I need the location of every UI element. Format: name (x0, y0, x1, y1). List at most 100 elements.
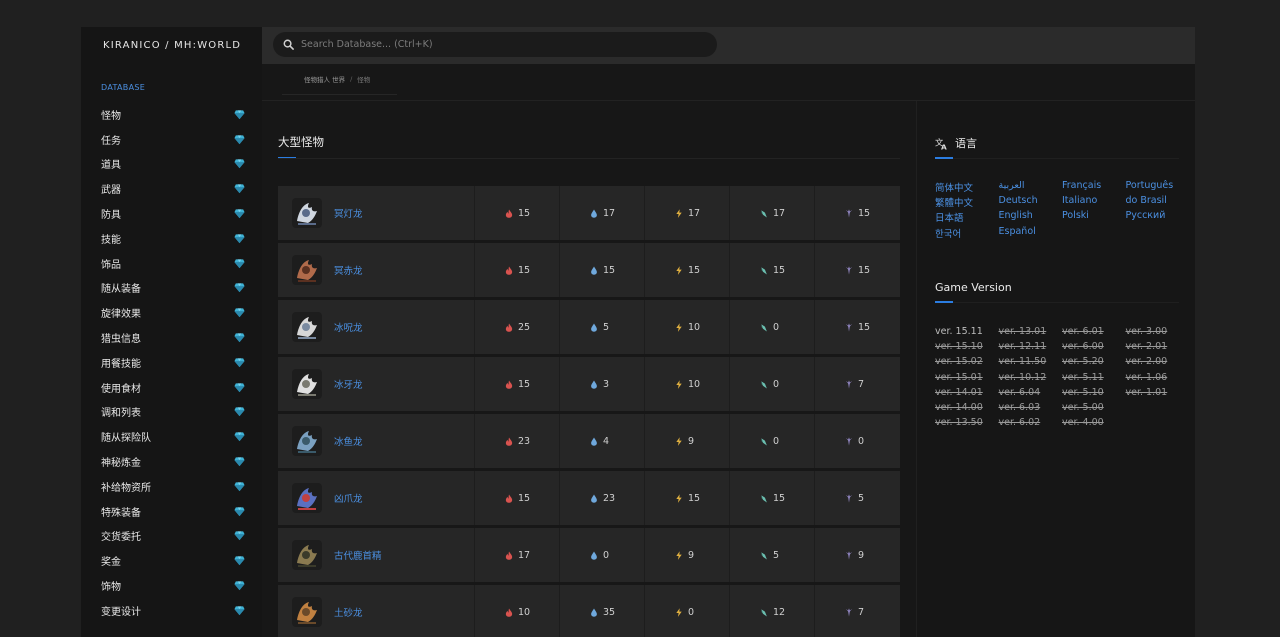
sidebar-item-label: 饰品 (101, 259, 121, 271)
version-option[interactable]: ver. 15.10 (935, 341, 999, 356)
language-option[interactable]: Français (1062, 180, 1126, 195)
version-option[interactable]: ver. 11.50 (999, 356, 1063, 371)
language-option[interactable]: do Brasil (1126, 195, 1190, 210)
brand-logo[interactable]: KIRANICO / MH:WORLD (81, 27, 262, 64)
version-option[interactable]: ver. 6.02 (999, 417, 1063, 432)
version-option[interactable]: ver. 6.00 (1062, 341, 1126, 356)
version-option[interactable]: ver. 6.03 (999, 402, 1063, 417)
sidebar-item[interactable]: 任务 (81, 127, 262, 152)
version-option[interactable]: ver. 5.00 (1062, 402, 1126, 417)
sidebar-item-label: 任务 (101, 135, 121, 147)
version-option[interactable]: ver. 5.10 (1062, 387, 1126, 402)
version-option[interactable]: ver. 1.01 (1126, 387, 1190, 402)
version-option[interactable]: ver. 2.00 (1126, 356, 1190, 371)
sidebar-item[interactable]: 用餐技能 (81, 350, 262, 375)
table-row[interactable]: 冥灯龙 15 17 17 17 15 (278, 186, 900, 240)
sidebar-item[interactable]: 随从探险队 (81, 424, 262, 449)
version-option[interactable]: ver. 14.01 (935, 387, 999, 402)
table-row[interactable]: 凶爪龙 15 23 15 15 5 (278, 471, 900, 525)
language-option[interactable]: English (999, 210, 1063, 225)
fire-weakness-value: 17 (518, 549, 531, 561)
sidebar-item[interactable]: 神秘炼金 (81, 449, 262, 474)
version-option[interactable]: ver. 4.00 (1062, 417, 1126, 432)
sidebar-item[interactable]: 旋律效果 (81, 300, 262, 325)
sidebar-item-label: 旋律效果 (101, 309, 141, 321)
version-option[interactable]: ver. 1.06 (1126, 372, 1190, 387)
version-option[interactable]: ver. 12.11 (999, 341, 1063, 356)
monster-name-link[interactable]: 冰呪龙 (334, 320, 363, 334)
fire-weakness-cell: 10 (475, 585, 560, 637)
sidebar-item[interactable]: 补给物资所 (81, 474, 262, 499)
sidebar-item[interactable]: 变更设计 (81, 598, 262, 623)
monster-name-link[interactable]: 冥赤龙 (334, 263, 363, 277)
sidebar-item[interactable]: 武器 (81, 176, 262, 201)
version-option[interactable]: ver. 10.12 (999, 372, 1063, 387)
language-option[interactable]: Русский (1126, 210, 1190, 225)
table-row[interactable]: 冰呪龙 25 5 10 0 15 (278, 300, 900, 354)
version-option[interactable]: ver. 2.01 (1126, 341, 1190, 356)
monster-name-link[interactable]: 冰牙龙 (334, 377, 363, 391)
sidebar-item[interactable]: 奖金 (81, 548, 262, 573)
language-option[interactable]: Polski (1062, 210, 1126, 225)
table-row[interactable]: 古代鹿首精 17 0 9 5 9 (278, 528, 900, 582)
language-option[interactable]: 繁體中文 (935, 195, 999, 210)
sidebar-item[interactable]: 怪物 (81, 102, 262, 127)
sidebar-item[interactable]: 饰物 (81, 573, 262, 598)
fire-weakness-value: 23 (518, 435, 531, 447)
sidebar-item[interactable]: 交货委托 (81, 524, 262, 549)
sidebar-item[interactable]: 调和列表 (81, 400, 262, 425)
table-row[interactable]: 土砂龙 10 35 0 12 7 (278, 585, 900, 637)
fire-weakness-value: 10 (518, 606, 531, 618)
dragon-icon (845, 379, 853, 389)
version-option[interactable]: ver. 5.20 (1062, 356, 1126, 371)
fire-weakness-cell: 25 (475, 300, 560, 354)
search-input[interactable] (301, 39, 701, 50)
language-option[interactable]: العربية (999, 180, 1063, 195)
sidebar-item[interactable]: 饰品 (81, 251, 262, 276)
ice-weakness-value: 17 (773, 207, 786, 219)
version-list: ver. 15.11 ver. 15.10 ver. 15.02 ver. 15.01… (935, 326, 1179, 432)
version-option[interactable]: ver. 6.04 (999, 387, 1063, 402)
sidebar-item[interactable]: 防具 (81, 201, 262, 226)
monster-name-link[interactable]: 凶爪龙 (334, 491, 363, 505)
table-row[interactable]: 冰鱼龙 23 4 9 0 0 (278, 414, 900, 468)
version-option[interactable]: ver. 6.01 (1062, 326, 1126, 341)
sidebar-item[interactable]: 技能 (81, 226, 262, 251)
version-option[interactable]: ver. 14.00 (935, 402, 999, 417)
sidebar-item[interactable]: 道具 (81, 152, 262, 177)
table-row[interactable]: 冰牙龙 15 3 10 0 7 (278, 357, 900, 411)
search-box[interactable] (273, 32, 717, 57)
language-option[interactable]: Deutsch (999, 195, 1063, 210)
sidebar-item[interactable]: 随从装备 (81, 276, 262, 301)
language-option[interactable]: 한국어 (935, 226, 999, 241)
table-row[interactable]: 冥赤龙 15 15 15 15 15 (278, 243, 900, 297)
version-option[interactable]: ver. 13.01 (999, 326, 1063, 341)
thunder-weakness-cell: 10 (645, 300, 730, 354)
language-option[interactable]: Español (999, 226, 1063, 241)
monster-name-cell: 冰呪龙 (278, 300, 475, 354)
monster-name-link[interactable]: 冥灯龙 (334, 206, 363, 220)
sidebar-item[interactable]: 猎虫信息 (81, 325, 262, 350)
version-option[interactable]: ver. 15.02 (935, 356, 999, 371)
thunder-icon (676, 379, 682, 389)
version-option[interactable]: ver. 15.01 (935, 372, 999, 387)
sidebar: KIRANICO / MH:WORLD DATABASE 怪物 任务 道具 武器 防具技… (81, 27, 262, 637)
language-option[interactable]: Italiano (1062, 195, 1126, 210)
language-option[interactable]: Português (1126, 180, 1190, 195)
thunder-weakness-cell: 9 (645, 414, 730, 468)
monster-portrait-icon (292, 540, 322, 570)
monster-name-link[interactable]: 冰鱼龙 (334, 434, 363, 448)
monster-name-link[interactable]: 土砂龙 (334, 605, 363, 619)
breadcrumb-root[interactable]: 怪物猎人 世界 (304, 74, 345, 84)
language-option[interactable]: 简体中文 (935, 180, 999, 195)
monster-name-link[interactable]: 古代鹿首精 (334, 548, 382, 562)
language-option[interactable]: 日本語 (935, 210, 999, 225)
sidebar-item[interactable]: 特殊装备 (81, 499, 262, 524)
version-option[interactable]: ver. 15.11 (935, 326, 999, 341)
right-panel: 文 A 语言 简体中文 繁體中文 日本語 한국어 العربية Deutsch Engli… (916, 101, 1195, 637)
version-option[interactable]: ver. 3.00 (1126, 326, 1190, 341)
thunder-weakness-cell: 0 (645, 585, 730, 637)
version-option[interactable]: ver. 5.11 (1062, 372, 1126, 387)
sidebar-item[interactable]: 使用食材 (81, 375, 262, 400)
version-option[interactable]: ver. 13.50 (935, 417, 999, 432)
